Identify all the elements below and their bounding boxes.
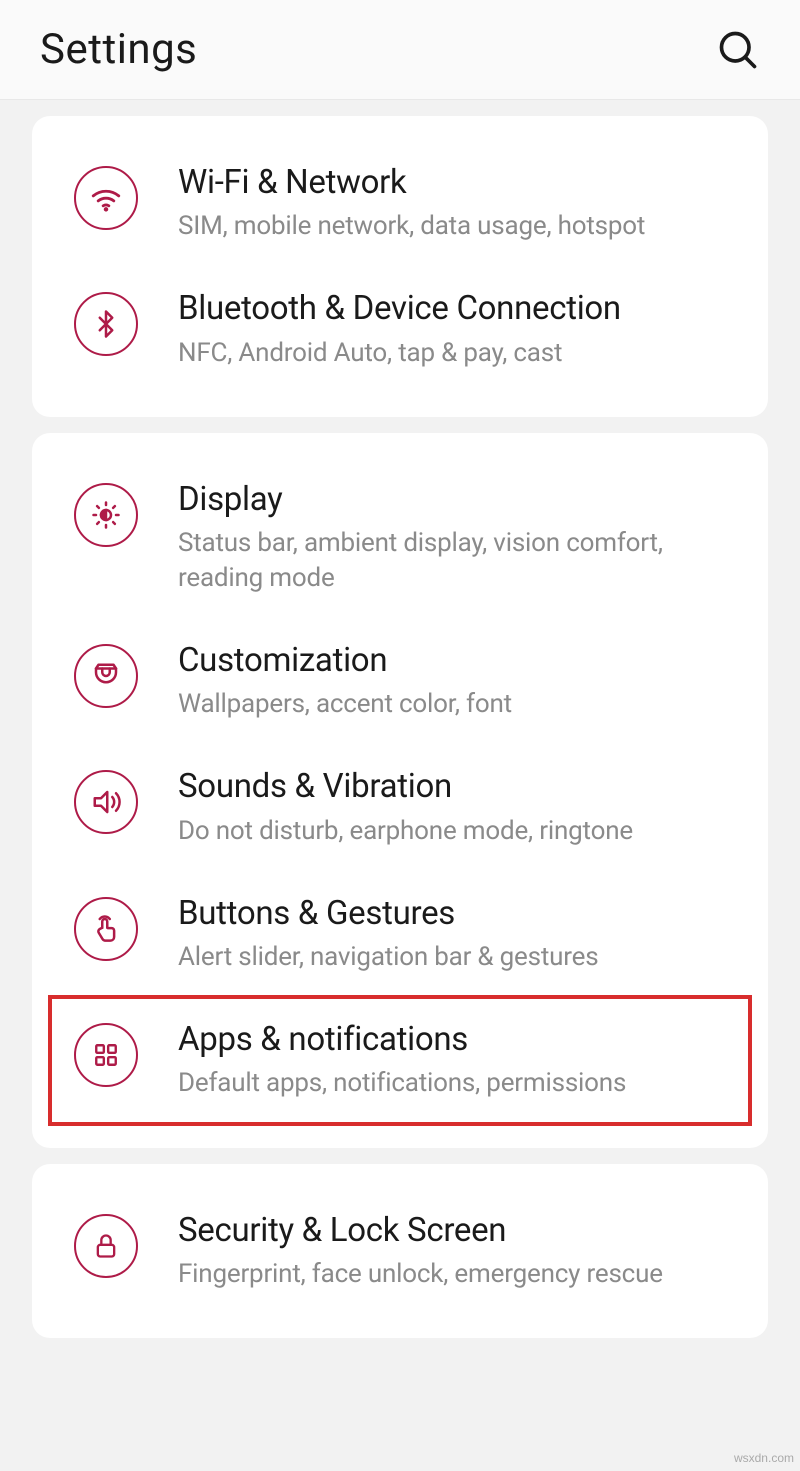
row-sounds[interactable]: Sounds & Vibration Do not disturb, earph… <box>32 744 768 870</box>
customization-icon <box>74 644 138 708</box>
row-subtitle: SIM, mobile network, data usage, hotspot <box>178 209 740 244</box>
row-text: Security & Lock Screen Fingerprint, face… <box>178 1210 740 1292</box>
row-title: Customization <box>178 640 740 681</box>
row-title: Buttons & Gestures <box>178 893 740 934</box>
row-subtitle: Default apps, notifications, permissions <box>178 1066 740 1101</box>
row-title: Wi-Fi & Network <box>178 162 740 203</box>
watermark: wsxdn.com <box>734 1451 794 1465</box>
row-wifi-network[interactable]: Wi-Fi & Network SIM, mobile network, dat… <box>32 140 768 266</box>
apps-icon <box>74 1023 138 1087</box>
row-text: Display Status bar, ambient display, vis… <box>178 479 740 596</box>
row-text: Customization Wallpapers, accent color, … <box>178 640 740 722</box>
row-title: Apps & notifications <box>178 1019 740 1060</box>
page-title: Settings <box>40 25 197 74</box>
settings-group-device: Display Status bar, ambient display, vis… <box>32 433 768 1148</box>
row-title: Sounds & Vibration <box>178 766 740 807</box>
row-text: Wi-Fi & Network SIM, mobile network, dat… <box>178 162 740 244</box>
row-apps-notifications[interactable]: Apps & notifications Default apps, notif… <box>50 997 750 1123</box>
row-text: Sounds & Vibration Do not disturb, earph… <box>178 766 740 848</box>
display-icon <box>74 483 138 547</box>
row-subtitle: Status bar, ambient display, vision comf… <box>178 526 740 596</box>
wifi-icon <box>74 166 138 230</box>
row-subtitle: Wallpapers, accent color, font <box>178 687 740 722</box>
row-subtitle: Fingerprint, face unlock, emergency resc… <box>178 1257 740 1292</box>
row-buttons-gestures[interactable]: Buttons & Gestures Alert slider, navigat… <box>32 871 768 997</box>
row-subtitle: Do not disturb, earphone mode, ringtone <box>178 814 740 849</box>
lock-icon <box>74 1214 138 1278</box>
row-subtitle: Alert slider, navigation bar & gestures <box>178 940 740 975</box>
gestures-icon <box>74 897 138 961</box>
row-customization[interactable]: Customization Wallpapers, accent color, … <box>32 618 768 744</box>
row-title: Bluetooth & Device Connection <box>178 288 740 329</box>
row-security-lock[interactable]: Security & Lock Screen Fingerprint, face… <box>32 1188 768 1314</box>
row-text: Bluetooth & Device Connection NFC, Andro… <box>178 288 740 370</box>
row-subtitle: NFC, Android Auto, tap & pay, cast <box>178 336 740 371</box>
bluetooth-icon <box>74 292 138 356</box>
row-title: Security & Lock Screen <box>178 1210 740 1251</box>
row-display[interactable]: Display Status bar, ambient display, vis… <box>32 457 768 618</box>
row-text: Apps & notifications Default apps, notif… <box>178 1019 740 1101</box>
settings-header: Settings <box>0 0 800 100</box>
row-bluetooth[interactable]: Bluetooth & Device Connection NFC, Andro… <box>32 266 768 392</box>
settings-group-security: Security & Lock Screen Fingerprint, face… <box>32 1164 768 1338</box>
settings-group-network: Wi-Fi & Network SIM, mobile network, dat… <box>32 116 768 417</box>
row-text: Buttons & Gestures Alert slider, navigat… <box>178 893 740 975</box>
row-title: Display <box>178 479 740 520</box>
search-icon[interactable] <box>716 28 760 72</box>
sounds-icon <box>74 770 138 834</box>
